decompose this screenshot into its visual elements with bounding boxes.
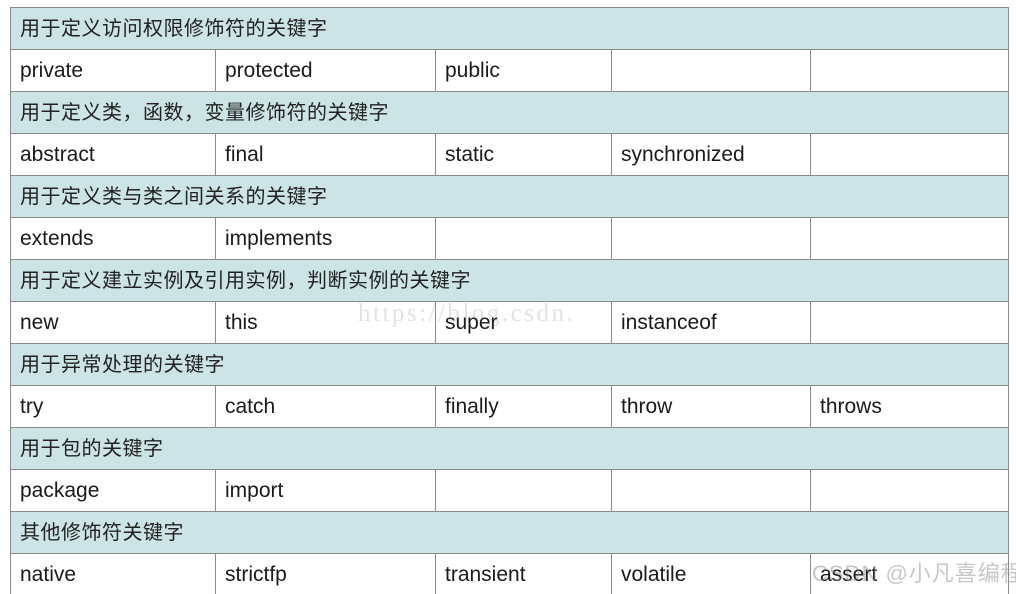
- keyword-cell: [435, 469, 612, 512]
- keyword-cell: [810, 217, 1009, 260]
- keyword-cell: [810, 469, 1009, 512]
- section-header-label: 用于包的关键字: [10, 427, 1009, 470]
- keyword-cell: extends: [10, 217, 216, 260]
- keyword-cell: instanceof: [611, 301, 811, 344]
- section-header-row: 其他修饰符关键字: [10, 511, 1009, 554]
- table-body: 用于定义访问权限修饰符的关键字 private protected public 用于定…: [10, 7, 1009, 594]
- keyword-row: native strictfp transient volatile assert: [10, 553, 1009, 594]
- keyword-cell: strictfp: [215, 553, 436, 594]
- section-header-label: 用于异常处理的关键字: [10, 343, 1009, 386]
- keyword-cell: [611, 49, 811, 92]
- keyword-cell: implements: [215, 217, 436, 260]
- keyword-cell: assert: [810, 553, 1009, 594]
- keyword-cell: final: [215, 133, 436, 176]
- keyword-row: private protected public: [10, 49, 1009, 92]
- keyword-cell: [810, 301, 1009, 344]
- keyword-cell: this: [215, 301, 436, 344]
- section-header-label: 其他修饰符关键字: [10, 511, 1009, 554]
- keyword-cell: synchronized: [611, 133, 811, 176]
- keyword-cell: [611, 469, 811, 512]
- keyword-cell: super: [435, 301, 612, 344]
- section-header-label: 用于定义访问权限修饰符的关键字: [10, 7, 1009, 50]
- keyword-cell: throw: [611, 385, 811, 428]
- section-header-row: 用于定义类与类之间关系的关键字: [10, 175, 1009, 218]
- keyword-cell: volatile: [611, 553, 811, 594]
- keyword-cell: throws: [810, 385, 1009, 428]
- keyword-row: new this super instanceof: [10, 301, 1009, 344]
- section-header-row: 用于定义建立实例及引用实例，判断实例的关键字: [10, 259, 1009, 302]
- section-header-row: 用于定义访问权限修饰符的关键字: [10, 7, 1009, 50]
- keyword-cell: static: [435, 133, 612, 176]
- keyword-row: abstract final static synchronized: [10, 133, 1009, 176]
- keyword-cell: new: [10, 301, 216, 344]
- keyword-cell: [435, 217, 612, 260]
- keyword-row: extends implements: [10, 217, 1009, 260]
- keyword-cell: finally: [435, 385, 612, 428]
- keyword-cell: [810, 133, 1009, 176]
- keyword-row: package import: [10, 469, 1009, 512]
- keyword-cell: try: [10, 385, 216, 428]
- section-header-row: 用于异常处理的关键字: [10, 343, 1009, 386]
- keyword-cell: [611, 217, 811, 260]
- page-root: 用于定义访问权限修饰符的关键字 private protected public 用于定…: [0, 0, 1016, 594]
- keyword-cell: [810, 49, 1009, 92]
- keyword-cell: import: [215, 469, 436, 512]
- keyword-cell: native: [10, 553, 216, 594]
- keyword-cell: transient: [435, 553, 612, 594]
- section-header-label: 用于定义类，函数，变量修饰符的关键字: [10, 91, 1009, 134]
- keyword-cell: private: [10, 49, 216, 92]
- section-header-row: 用于包的关键字: [10, 427, 1009, 470]
- section-header-label: 用于定义建立实例及引用实例，判断实例的关键字: [10, 259, 1009, 302]
- java-keywords-table: 用于定义访问权限修饰符的关键字 private protected public 用于定…: [10, 7, 1009, 594]
- section-header-row: 用于定义类，函数，变量修饰符的关键字: [10, 91, 1009, 134]
- keyword-cell: catch: [215, 385, 436, 428]
- keyword-cell: protected: [215, 49, 436, 92]
- keyword-cell: abstract: [10, 133, 216, 176]
- keyword-row: try catch finally throw throws: [10, 385, 1009, 428]
- keyword-cell: public: [435, 49, 612, 92]
- keyword-cell: package: [10, 469, 216, 512]
- section-header-label: 用于定义类与类之间关系的关键字: [10, 175, 1009, 218]
